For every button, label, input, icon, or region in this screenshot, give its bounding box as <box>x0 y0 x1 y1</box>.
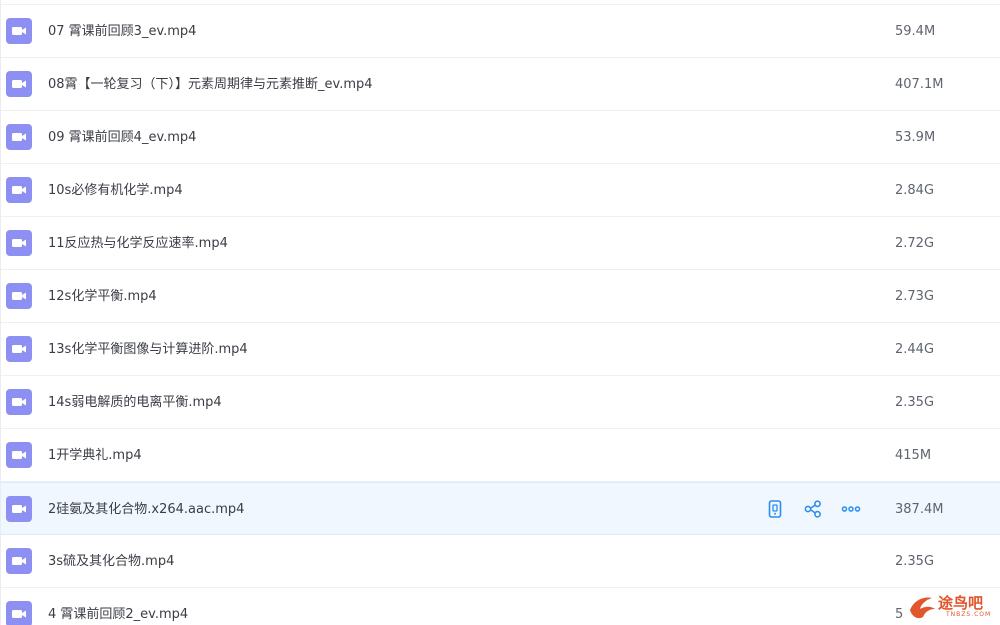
file-row[interactable]: 14s弱电解质的电离平衡.mp4 2.35G <box>1 376 1000 429</box>
file-size: 407.1M <box>895 77 944 92</box>
video-file-icon <box>6 124 32 150</box>
phone-icon[interactable] <box>764 498 786 520</box>
video-file-icon <box>6 442 32 468</box>
file-row[interactable]: 08霄【一轮复习（下）】元素周期律与元素推断_ev.mp4 407.1M <box>1 58 1000 111</box>
file-size: 2.35G <box>895 554 935 569</box>
file-size: 5 <box>895 607 904 622</box>
file-size: 53.9M <box>895 130 936 145</box>
video-file-icon <box>6 177 32 203</box>
file-row[interactable]: 4 霄课前回顾2_ev.mp4 5 <box>1 588 1000 625</box>
file-row[interactable]: 13s化学平衡图像与计算进阶.mp4 2.44G <box>1 323 1000 376</box>
file-size: 2.73G <box>895 289 935 304</box>
watermark-subtext: TNBZS.COM <box>946 611 992 618</box>
file-row[interactable]: 07 霄课前回顾3_ev.mp4 59.4M <box>1 5 1000 58</box>
video-file-icon <box>6 18 32 44</box>
video-file-icon <box>6 496 32 522</box>
watermark-logo: 途鸟吧 TNBZS.COM <box>906 588 1000 625</box>
file-row[interactable]: 10s必修有机化学.mp4 2.84G <box>1 164 1000 217</box>
file-row[interactable]: 1开学典礼.mp4 415M <box>1 429 1000 482</box>
video-file-icon <box>6 230 32 256</box>
file-size: 415M <box>895 448 932 463</box>
file-name[interactable]: 14s弱电解质的电离平衡.mp4 <box>48 376 222 429</box>
file-row[interactable]: 12s化学平衡.mp4 2.73G <box>1 270 1000 323</box>
file-name[interactable]: 10s必修有机化学.mp4 <box>48 164 183 217</box>
file-size: 2.35G <box>895 395 935 410</box>
bird-logo-icon <box>910 597 935 619</box>
file-name[interactable]: 11反应热与化学反应速率.mp4 <box>48 217 228 270</box>
file-name[interactable]: 2硅氨及其化合物.x264.aac.mp4 <box>48 483 244 536</box>
video-file-icon <box>6 283 32 309</box>
file-row[interactable]: 09 霄课前回顾4_ev.mp4 53.9M <box>1 111 1000 164</box>
file-list: 07 霄课前回顾3_ev.mp4 59.4M 08霄【一轮复习（下）】元素周期律… <box>0 0 1000 625</box>
file-name[interactable]: 3s硫及其化合物.mp4 <box>48 535 174 588</box>
file-name[interactable]: 13s化学平衡图像与计算进阶.mp4 <box>48 323 248 376</box>
file-row[interactable]: 11反应热与化学反应速率.mp4 2.72G <box>1 217 1000 270</box>
video-file-icon <box>6 71 32 97</box>
file-size: 2.44G <box>895 342 935 357</box>
video-file-icon <box>6 548 32 574</box>
more-icon[interactable] <box>840 498 862 520</box>
file-name[interactable]: 12s化学平衡.mp4 <box>48 270 157 323</box>
video-file-icon <box>6 336 32 362</box>
file-size: 387.4M <box>895 502 944 517</box>
file-name[interactable]: 1开学典礼.mp4 <box>48 429 142 482</box>
file-row[interactable]: 3s硫及其化合物.mp4 2.35G <box>1 535 1000 588</box>
file-name[interactable]: 09 霄课前回顾4_ev.mp4 <box>48 111 196 164</box>
file-size: 2.72G <box>895 236 935 251</box>
video-file-icon <box>6 601 32 625</box>
file-size: 2.84G <box>895 183 935 198</box>
video-file-icon <box>6 389 32 415</box>
file-row-selected[interactable]: 2硅氨及其化合物.x264.aac.mp4 387.4M <box>1 482 1000 535</box>
share-icon[interactable] <box>802 498 824 520</box>
file-name[interactable]: 4 霄课前回顾2_ev.mp4 <box>48 588 188 625</box>
file-size: 59.4M <box>895 24 936 39</box>
watermark-text: 途鸟吧 <box>938 594 984 612</box>
file-name[interactable]: 07 霄课前回顾3_ev.mp4 <box>48 5 196 58</box>
file-name[interactable]: 08霄【一轮复习（下）】元素周期律与元素推断_ev.mp4 <box>48 58 373 111</box>
